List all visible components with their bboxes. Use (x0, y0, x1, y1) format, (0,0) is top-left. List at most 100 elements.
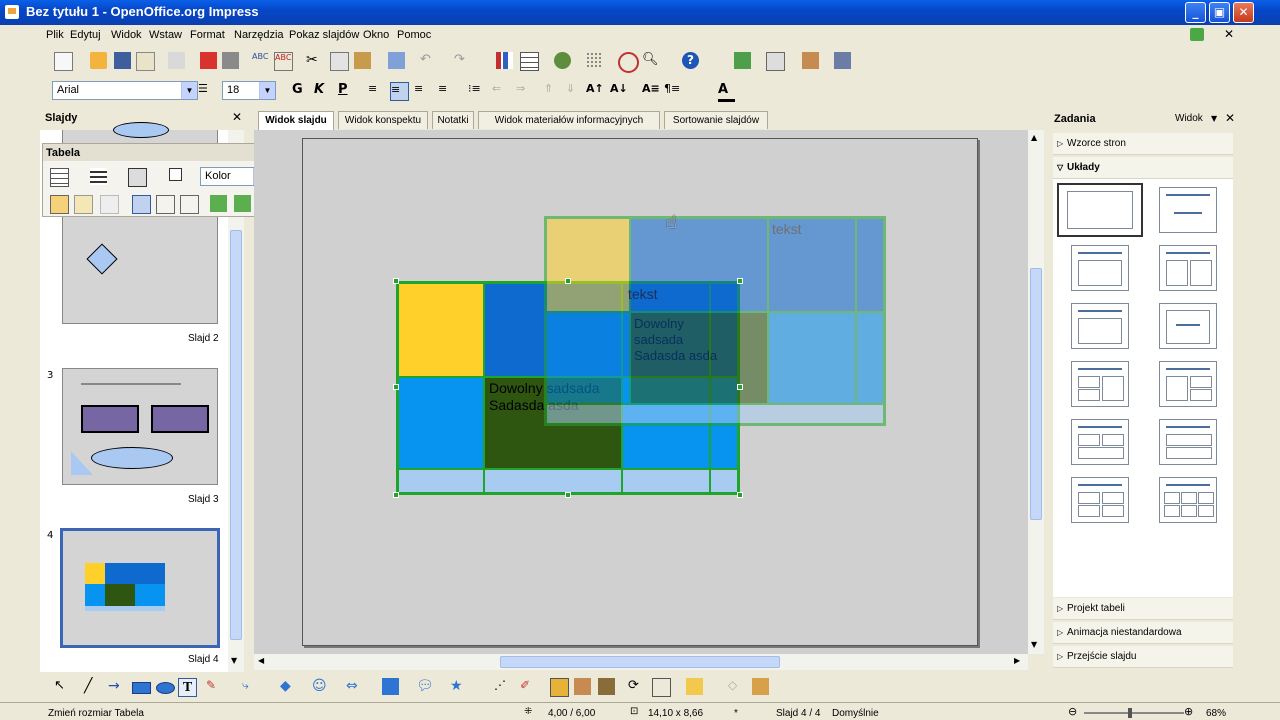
layout-title-content-2-content[interactable] (1159, 361, 1217, 407)
alignment-icon[interactable] (652, 678, 671, 697)
flowchart-icon[interactable] (382, 678, 399, 695)
block-arrows-icon[interactable]: ⇔ (346, 678, 363, 695)
menu-narzedzia[interactable]: Narzędzia (234, 29, 284, 41)
align-middle-icon[interactable] (156, 195, 175, 214)
scroll-down-icon[interactable]: ▼ (1031, 640, 1037, 649)
layout-title-content-over-content[interactable] (1159, 419, 1217, 465)
zoom-icon[interactable]: 🔍︎ (642, 52, 659, 69)
copy-icon[interactable] (330, 52, 349, 71)
split-cells-icon[interactable] (74, 195, 93, 214)
tab-slide-sorter[interactable]: Sortowanie slajdów (664, 111, 768, 129)
table-cell[interactable] (484, 469, 622, 493)
menu-widok[interactable]: Widok (111, 29, 142, 41)
borders-icon[interactable] (169, 168, 182, 181)
selection-handle[interactable] (565, 278, 571, 284)
arrange-icon[interactable] (686, 678, 703, 695)
navigator-icon[interactable] (618, 52, 639, 73)
italic-button[interactable]: K (314, 82, 331, 99)
rectangle-icon[interactable] (132, 682, 151, 694)
symbol-shapes-icon[interactable]: ☺ (312, 678, 329, 695)
update-icon[interactable] (1190, 28, 1204, 41)
editing-horizontal-scrollbar[interactable]: ◀ ▶ (254, 654, 1028, 670)
close-document-icon[interactable]: ✕ (1224, 27, 1234, 41)
scroll-left-icon[interactable]: ◀ (258, 656, 264, 665)
editing-vertical-scrollbar[interactable]: ▲ ▼ (1028, 130, 1044, 654)
from-file-icon[interactable] (574, 678, 591, 695)
arrow-left-icon[interactable]: ⇐ (492, 82, 509, 99)
selection-handle[interactable] (737, 492, 743, 498)
section-table-design[interactable]: ▷ Projekt tabeli (1053, 598, 1233, 620)
table-cell[interactable] (398, 377, 484, 469)
slide-thumbnail-4[interactable] (60, 528, 220, 648)
section-slide-transition[interactable]: ▷ Przejście slajdu (1053, 646, 1233, 668)
save-icon[interactable] (114, 52, 131, 69)
styles-icon[interactable]: ☰ (198, 82, 215, 99)
menu-pokaz-slajdow[interactable]: Pokaz slajdów (289, 29, 359, 41)
align-center-icon[interactable]: ≡ (390, 82, 409, 101)
connector-icon[interactable]: ⤷ (242, 678, 259, 695)
align-bottom-icon[interactable] (180, 195, 199, 214)
chart-icon[interactable] (496, 52, 513, 69)
underline-button[interactable]: P (338, 82, 355, 99)
fontwork-icon[interactable] (554, 52, 571, 69)
arrow-down-icon[interactable]: ⇓ (566, 82, 583, 99)
zoom-in-icon[interactable]: ⊕ (1184, 705, 1193, 718)
email-icon[interactable] (136, 52, 155, 71)
export-pdf-icon[interactable] (200, 52, 217, 69)
menu-format[interactable]: Format (190, 29, 225, 41)
insert-column-icon[interactable] (234, 195, 251, 212)
redo-icon[interactable]: ↷ (454, 52, 471, 69)
maximize-button[interactable]: ▣ (1209, 2, 1230, 23)
tab-handout-view[interactable]: Widok materiałów informacyjnych (478, 111, 660, 129)
close-button[interactable]: ✕ (1233, 2, 1254, 23)
menu-okno[interactable]: Okno (363, 29, 389, 41)
layout-title-slide[interactable] (1071, 303, 1129, 349)
scrollbar-thumb[interactable] (1030, 268, 1042, 520)
section-custom-animation[interactable]: ▷ Animacja niestandardowa (1053, 622, 1233, 644)
extrusion-icon[interactable]: ◇ (728, 678, 745, 695)
insert-row-icon[interactable] (210, 195, 227, 212)
scrollbar-thumb[interactable] (500, 656, 780, 668)
justify-icon[interactable]: ≡ (438, 82, 455, 99)
font-color-icon[interactable]: A (718, 82, 735, 102)
layout-title-2-content-over[interactable] (1071, 419, 1129, 465)
basic-shapes-icon[interactable]: ◆ (280, 678, 297, 695)
layout-title-two-content[interactable] (1159, 245, 1217, 291)
align-top-icon[interactable] (132, 195, 151, 214)
zoom-slider-thumb[interactable] (1128, 708, 1132, 718)
points-icon[interactable]: ⋰ (494, 678, 511, 695)
table-cell[interactable] (622, 469, 710, 493)
layout-title-only[interactable] (1159, 187, 1217, 233)
edit-file-icon[interactable] (168, 52, 185, 69)
zoom-slider[interactable] (1084, 708, 1184, 718)
tab-outline-view[interactable]: Widok konspektu (338, 111, 428, 129)
paragraph-icon[interactable]: ¶≡ (664, 82, 681, 99)
optimize-icon[interactable] (100, 195, 119, 214)
scroll-up-icon[interactable]: ▲ (1031, 133, 1037, 142)
paste-icon[interactable] (354, 52, 371, 69)
menu-plik[interactable]: Plik (46, 29, 64, 41)
insert-table-icon[interactable] (50, 168, 69, 187)
minimize-button[interactable]: _ (1185, 2, 1206, 23)
fontwork-gallery-icon[interactable] (550, 678, 569, 697)
format-paintbrush-icon[interactable] (388, 52, 405, 69)
undo-icon[interactable]: ↶ (420, 52, 437, 69)
selection-handle[interactable] (393, 492, 399, 498)
increase-font-icon[interactable]: A↑ (586, 82, 604, 99)
interaction-icon[interactable] (752, 678, 769, 695)
arrow-line-icon[interactable]: → (108, 678, 125, 695)
table-cell[interactable] (398, 469, 484, 493)
select-arrow-icon[interactable]: ↖ (54, 678, 71, 695)
slide-show-icon[interactable] (802, 52, 819, 69)
table-cell[interactable] (398, 283, 484, 377)
help-icon[interactable]: ? (682, 52, 699, 69)
layout-title-6-content[interactable] (1159, 477, 1217, 523)
zoom-out-icon[interactable]: ⊖ (1068, 705, 1077, 718)
font-name-select[interactable]: Arial ▼ (52, 81, 198, 100)
scrollbar-thumb[interactable] (230, 230, 242, 640)
line-icon[interactable]: ╱ (84, 678, 101, 695)
arrow-right-icon[interactable]: ⇒ (516, 82, 533, 99)
layout-title-2-content-content[interactable] (1071, 361, 1129, 407)
layout-title-content[interactable] (1071, 245, 1129, 291)
border-style-icon[interactable] (90, 168, 107, 185)
